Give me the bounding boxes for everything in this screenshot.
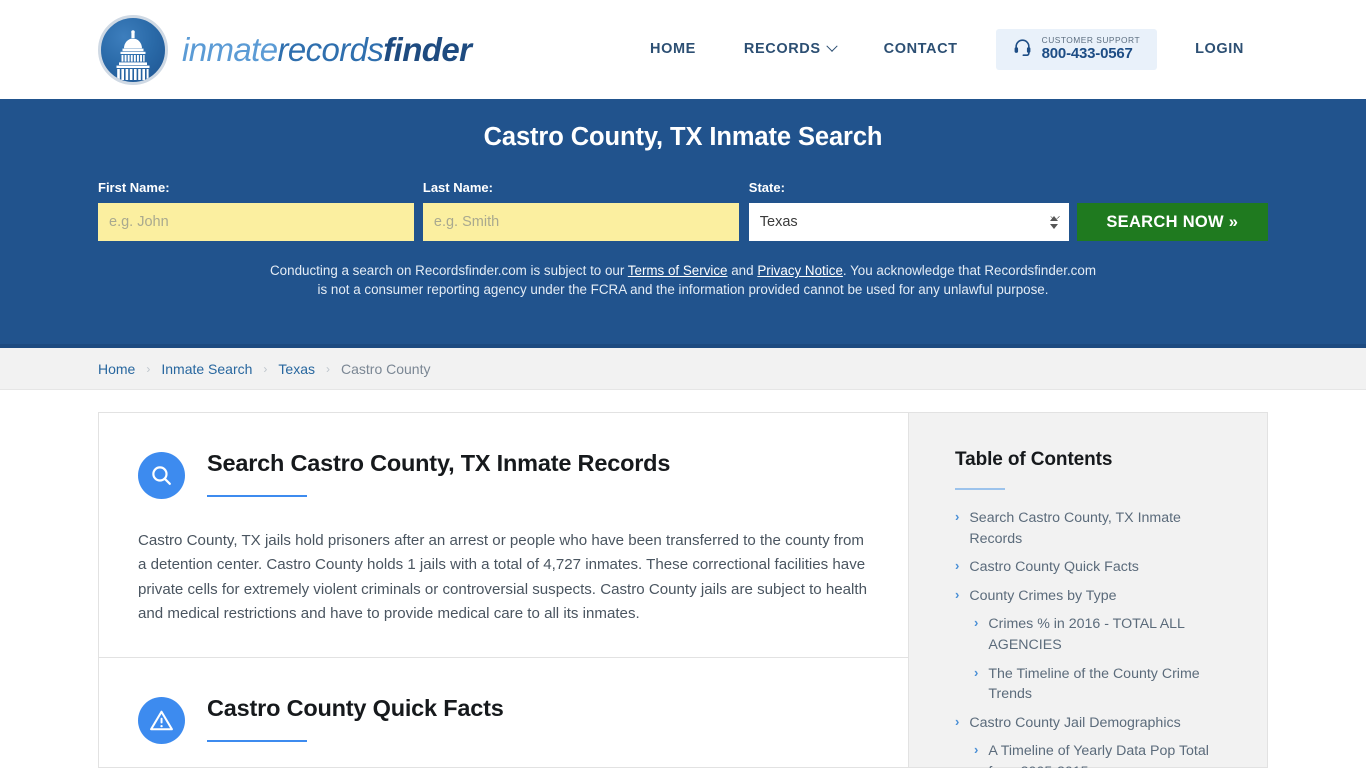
nav-item-login[interactable]: LOGIN [1171,31,1268,67]
chevron-down-icon [825,40,838,53]
chevron-right-icon: › [974,664,979,680]
breadcrumb-item-home[interactable]: Home [98,361,135,377]
toc-item-county-crimes-by-type[interactable]: › County Crimes by Type [955,586,1235,607]
last-name-label: Last Name: [422,180,493,195]
section-search-records: Search Castro County, TX Inmate Records … [99,413,908,657]
brand-part-finder: finder [383,31,472,68]
disclaimer-text-1: Conducting a search on Recordsfinder.com… [270,263,628,278]
first-name-label: First Name: [98,180,170,195]
section-underline [207,739,307,743]
main-content-card: Search Castro County, TX Inmate Records … [98,412,908,768]
page-title: Castro County, TX Inmate Search [483,123,883,151]
toc-item-yearly-pop-total[interactable]: › A Timeline of Yearly Data Pop Total fr… [955,741,1235,768]
warning-triangle-icon [138,696,185,744]
section-body-search-records: Castro County, TX jails hold prisoners a… [138,532,867,623]
breadcrumb-item-castro-county: Castro County [341,360,431,377]
section-title-quick-facts: Castro County Quick Facts [207,694,504,721]
nav-item-contact[interactable]: CONTACT [860,31,982,67]
breadcrumb-item-texas[interactable]: Texas [278,361,315,377]
hero-search-section: Castro County, TX Inmate Search First Na… [0,99,1366,348]
breadcrumb: Home › Inmate Search › Texas › Castro Co… [0,348,1366,390]
site-header: inmaterecordsfinder HOME RECORDS CONTACT [0,0,1366,99]
brand-part-records: records [277,31,384,68]
customer-support-button[interactable]: CUSTOMER SUPPORT 800-433-0567 [995,29,1158,70]
chevron-right-icon: › [955,509,960,524]
inmate-search-form: First Name: Last Name: State: Texas SEAR… [98,180,1268,241]
toc-link-crimes-percent-2016[interactable]: Crimes % in 2016 - TOTAL ALL AGENCIES [988,614,1235,655]
chevron-right-icon: › [955,586,960,602]
nav-item-home[interactable]: HOME [626,31,720,67]
breadcrumb-separator-icon: › [326,361,330,376]
brand-wordmark: inmaterecordsfinder [182,31,472,68]
state-label: State: [748,180,785,195]
last-name-field-group: Last Name: [422,180,739,241]
page-body: Search Castro County, TX Inmate Records … [0,390,1366,768]
chevron-right-icon: › [955,558,960,574]
breadcrumb-separator-icon: › [263,361,268,376]
toc-underline [955,488,1005,490]
nav-item-records-label: RECORDS [743,41,821,58]
section-quick-facts: Castro County Quick Facts [99,656,908,768]
toc-link-crime-trends-timeline[interactable]: The Timeline of the County Crime Trends [988,664,1235,705]
toc-item-crimes-percent-2016[interactable]: › Crimes % in 2016 - TOTAL ALL AGENCIES [955,614,1235,655]
headset-icon [1013,37,1032,61]
section-header: Search Castro County, TX Inmate Records [138,449,869,499]
toc-link-yearly-pop-total[interactable]: A Timeline of Yearly Data Pop Total from… [988,741,1235,768]
nav-item-home-label: HOME [650,41,696,58]
toc-item-search-records[interactable]: › Search Castro County, TX Inmate Record… [955,508,1235,549]
nav-item-records[interactable]: RECORDS [720,31,860,67]
last-name-input[interactable] [422,203,739,241]
breadcrumb-item-inmate-search[interactable]: Inmate Search [161,361,252,377]
search-disclaimer: Conducting a search on Recordsfinder.com… [268,261,1098,299]
customer-support-phone: 800-433-0567 [1041,44,1133,62]
toc-title: Table of Contents [955,449,1113,470]
privacy-notice-link[interactable]: Privacy Notice [757,263,843,278]
nav-item-login-label: LOGIN [1195,41,1244,58]
state-field-group: State: Texas [748,180,1069,241]
section-title-search-records: Search Castro County, TX Inmate Records [207,450,671,476]
brand-logo-link[interactable]: inmaterecordsfinder [98,14,472,85]
first-name-input[interactable] [98,203,414,241]
main-navigation: HOME RECORDS CONTACT CUSTOMER SUPPORT 80… [626,29,1268,70]
first-name-field-group: First Name: [98,180,414,241]
toc-item-quick-facts[interactable]: › Castro County Quick Facts [955,557,1235,578]
toc-list: › Search Castro County, TX Inmate Record… [955,508,1235,768]
capitol-dome-icon [98,14,168,85]
search-now-button[interactable]: SEARCH NOW » [1076,203,1268,241]
table-of-contents: Table of Contents › Search Castro County… [908,412,1268,768]
section-underline [207,494,307,498]
toc-link-county-crimes-by-type[interactable]: County Crimes by Type [969,586,1116,607]
toc-link-search-records[interactable]: Search Castro County, TX Inmate Records [969,508,1235,549]
state-select-wrapper: Texas [748,203,1069,241]
section-header: Castro County Quick Facts [138,694,869,744]
breadcrumb-separator-icon: › [146,361,151,376]
toc-item-crime-trends-timeline[interactable]: › The Timeline of the County Crime Trend… [955,664,1235,705]
state-select[interactable]: Texas [748,203,1069,241]
terms-of-service-link[interactable]: Terms of Service [628,263,728,278]
chevron-right-icon: › [955,713,960,729]
toc-link-quick-facts[interactable]: Castro County Quick Facts [969,557,1139,578]
nav-item-contact-label: CONTACT [883,41,958,58]
toc-item-jail-demographics[interactable]: › Castro County Jail Demographics [955,713,1235,734]
magnifier-icon [138,452,185,499]
brand-part-inmate: inmate [182,31,278,68]
toc-link-jail-demographics[interactable]: Castro County Jail Demographics [969,713,1180,734]
chevron-right-icon: › [974,742,979,758]
chevron-right-icon: › [974,615,979,631]
disclaimer-text-2: and [727,263,758,278]
